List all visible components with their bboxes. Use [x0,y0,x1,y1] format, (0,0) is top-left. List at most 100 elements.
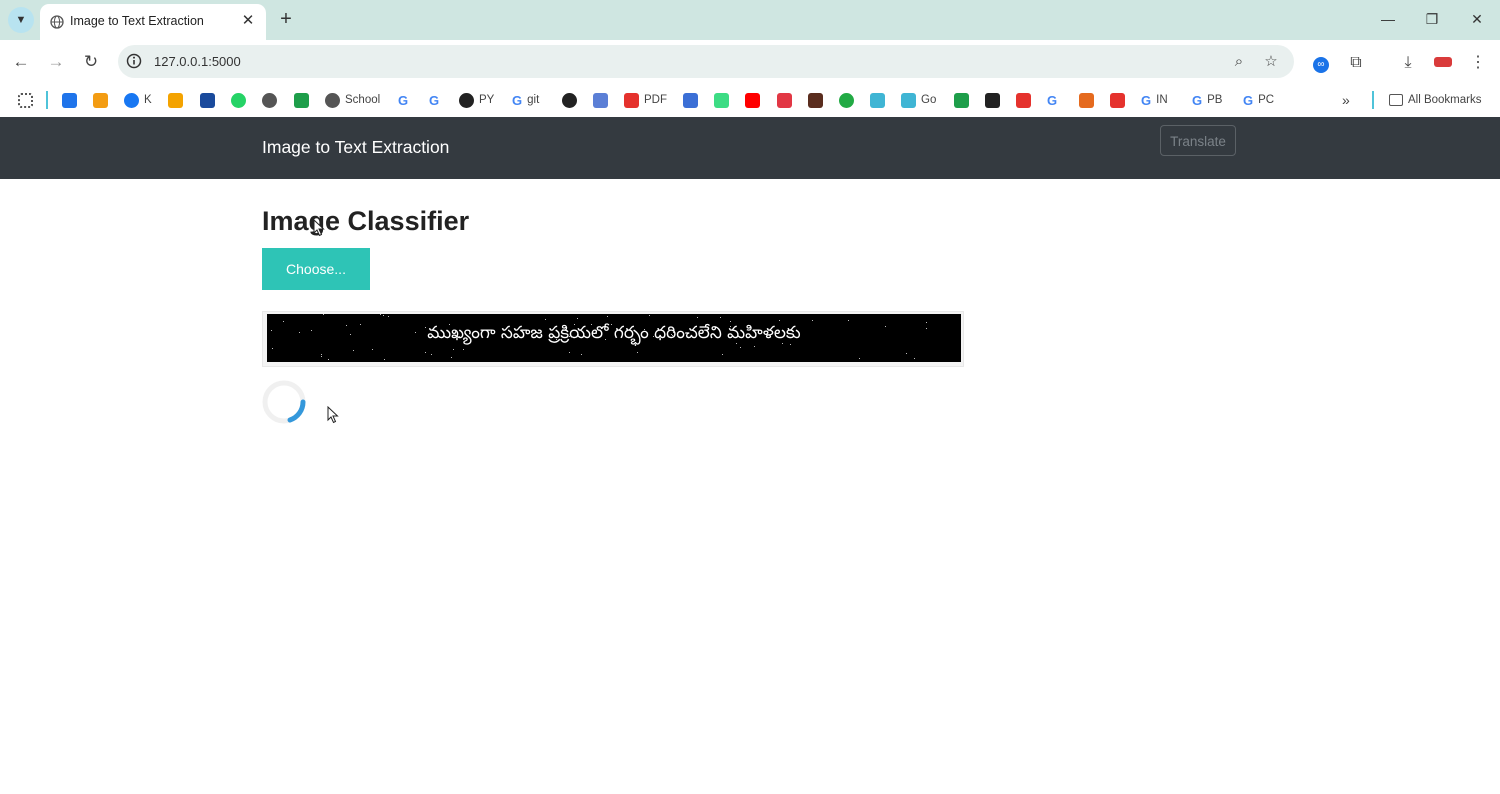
image-noise-speck [490,330,491,331]
image-noise-speck [449,324,450,325]
navbar-brand[interactable]: Image to Text Extraction [262,137,449,158]
google-icon: G [1243,92,1254,108]
sun-app-icon [1110,92,1125,108]
bookmark-item[interactable] [262,90,282,110]
choose-file-button[interactable]: Choose... [262,248,370,290]
matlab-icon [1079,92,1094,108]
image-noise-speck [299,332,300,333]
zomato-icon [777,92,792,108]
image-noise-speck [885,326,886,327]
loading-spinner-icon [262,380,306,424]
zoom-icon[interactable]: ⌕ [1229,52,1249,72]
ring-icon [839,92,854,108]
image-noise-speck [649,315,650,316]
bookmark-item[interactable] [18,90,38,110]
bookmark-item[interactable] [808,90,828,110]
bookmark-item[interactable]: G [429,90,444,110]
app-navbar: Image to Text Extraction Translate [0,117,1500,179]
browser-tab[interactable]: Image to Text Extraction ✕ [40,4,266,40]
menu-dots-icon[interactable]: ⋮ [1467,52,1489,74]
image-noise-speck [346,325,347,326]
profile-avatar-icon[interactable] [1432,52,1454,74]
image-noise-speck [581,354,582,355]
forward-arrow-icon[interactable]: → [44,50,68,74]
image-noise-speck [848,320,849,321]
bookmark-item[interactable]: PY [459,90,494,110]
bookmark-item[interactable] [1110,90,1130,110]
bookmark-item[interactable] [231,90,251,110]
bookmark-item[interactable] [745,90,765,110]
tab-title: Image to Text Extraction [70,14,204,28]
address-bar[interactable]: 127.0.0.1:5000 ⌕ ☆ [118,45,1294,78]
image-noise-speck [569,352,570,353]
site-info-icon[interactable] [124,51,144,71]
bookmark-label: PDF [644,94,667,106]
image-noise-speck [328,359,329,360]
bookmark-item[interactable] [954,90,974,110]
bookmark-item[interactable] [870,90,890,110]
image-noise-speck [321,354,322,355]
bookmark-item[interactable] [985,90,1005,110]
bookmark-item[interactable] [777,90,797,110]
minimize-icon[interactable]: — [1368,6,1408,32]
image-noise-speck [683,332,684,333]
google-icon: G [1141,92,1152,108]
image-noise-speck [596,333,597,334]
download-icon[interactable]: ⤓ [1397,52,1419,74]
bookmark-item[interactable]: G [398,90,413,110]
restore-icon[interactable]: ❐ [1412,6,1452,32]
extensions-puzzle-icon[interactable]: ⧉ [1345,52,1367,74]
bookmark-item[interactable]: School [325,90,380,110]
bookmark-item[interactable] [93,90,113,110]
bookmark-item[interactable]: PDF [624,90,667,110]
image-noise-speck [611,324,612,325]
image-noise-speck [779,320,780,321]
globe-icon [50,15,64,29]
bookmark-item[interactable]: G PB [1192,90,1222,110]
close-icon[interactable]: ✕ [238,11,258,31]
bookmark-item[interactable] [714,90,734,110]
tab-strip: ▼ Image to Text Extraction ✕ + — ❐ ✕ [0,0,1500,40]
image-telugu-text: ముఖ్యంగా సహజ ప్రక్రియలో గర్భం ధరించలేని … [427,323,801,343]
bookmark-label: PY [479,94,495,106]
new-tab-plus-icon[interactable]: + [276,9,296,29]
google-icon: G [429,92,440,108]
image-noise-speck [360,324,361,325]
extension-profile-icon[interactable]: ∞ [1310,52,1332,74]
back-arrow-icon[interactable]: ← [9,50,33,74]
bookmark-item[interactable]: G PC [1243,90,1274,110]
bookmark-star-icon[interactable]: ☆ [1261,52,1281,72]
bookmark-item[interactable] [593,90,613,110]
whatsapp-icon [231,92,246,108]
bookmark-item[interactable] [839,90,859,110]
green-app-icon [954,92,969,108]
bookmark-item[interactable] [562,90,582,110]
bookmark-item[interactable]: Ggit [512,90,539,110]
bookmark-item[interactable] [294,90,314,110]
bookmark-item[interactable]: Go [901,90,936,110]
image-noise-speck [740,347,741,348]
image-noise-speck [782,343,783,344]
folder-icon [1389,94,1403,106]
image-noise-speck [425,352,426,353]
bookmark-item[interactable] [1016,90,1036,110]
tab-search-chevron-icon[interactable]: ▼ [8,7,34,33]
bookmark-item[interactable]: G [1047,90,1062,110]
bookmark-item[interactable]: K [124,90,152,110]
reload-icon[interactable]: ↻ [79,50,103,74]
analytics-icon [168,92,183,108]
all-bookmarks[interactable]: All Bookmarks [1389,90,1482,110]
globe-icon [325,92,340,108]
window-close-icon[interactable]: ✕ [1457,6,1497,32]
image-noise-speck [605,339,606,340]
bookmark-item[interactable] [1079,90,1099,110]
image-noise-speck [321,356,322,357]
image-noise-speck [569,336,570,337]
more-bookmarks-chevron-icon[interactable]: » [1342,90,1350,110]
bookmark-item[interactable] [168,90,188,110]
bookmark-item[interactable]: G IN [1141,90,1168,110]
bookmark-item[interactable] [62,90,82,110]
bookmark-item[interactable] [200,90,220,110]
bookmark-item[interactable] [683,90,703,110]
translate-button[interactable]: Translate [1160,125,1236,156]
